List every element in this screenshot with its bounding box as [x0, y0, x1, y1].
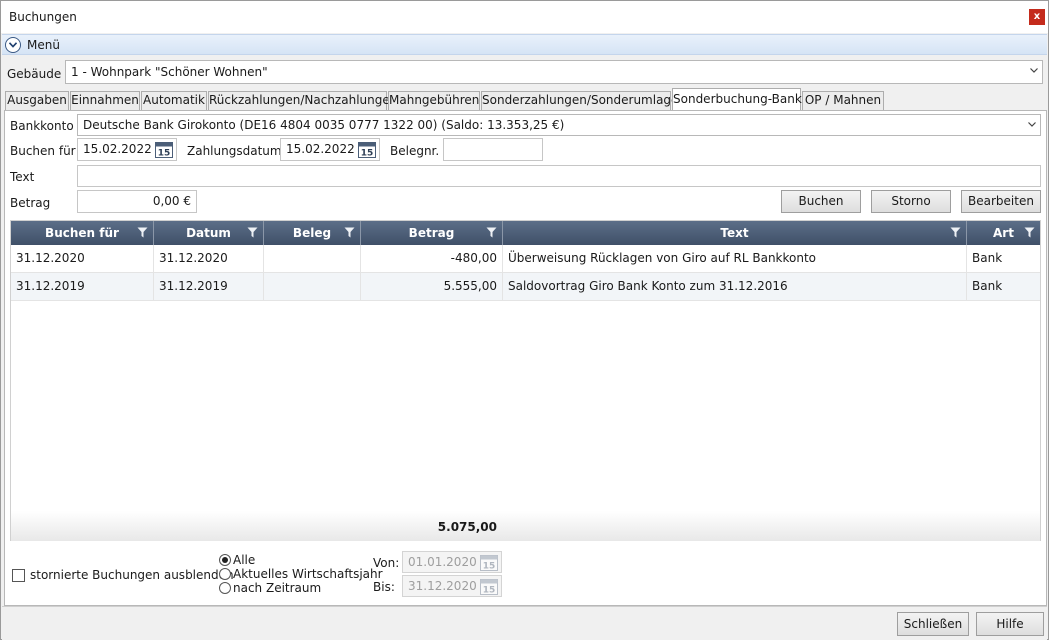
text-field[interactable]: [77, 165, 1041, 187]
to-date-field[interactable]: 31.12.2020 15: [402, 575, 502, 597]
grid-header: Buchen für Datum Beleg Betrag Text Art: [11, 221, 1040, 245]
filter-icon[interactable]: [137, 227, 148, 238]
amount-label: Betrag: [10, 196, 51, 210]
column-header-betrag[interactable]: Betrag: [361, 221, 503, 245]
calendar-icon[interactable]: 15: [155, 141, 173, 158]
amount-total: 5.075,00: [437, 520, 497, 534]
to-date-label: Bis:: [373, 580, 395, 594]
tab-sonderzahlungen[interactable]: Sonderzahlungen/Sonderumlagen: [481, 91, 686, 110]
payment-date-label: Zahlungsdatum: [187, 144, 282, 158]
tab-sonderbuchung-bank[interactable]: Sonderbuchung-Bank: [672, 88, 802, 110]
column-header-beleg[interactable]: Beleg: [264, 221, 361, 245]
receipt-number-label: Belegnr.: [390, 144, 440, 158]
tab-rueckzahlungen[interactable]: Rückzahlungen/Nachzahlungen: [208, 91, 397, 110]
radio-current-fiscal-year[interactable]: [219, 568, 231, 580]
table-row[interactable]: 31.12.2020 31.12.2020 -480,00 Überweisun…: [11, 245, 1040, 273]
tab-ausgaben[interactable]: Ausgaben: [5, 91, 69, 110]
close-window-button[interactable]: x: [1029, 9, 1045, 25]
table-row[interactable]: 31.12.2019 31.12.2019 5.555,00 Saldovort…: [11, 273, 1040, 301]
column-header-datum[interactable]: Datum: [154, 221, 264, 245]
to-date-value: 31.12.2020: [408, 579, 477, 593]
filter-icon[interactable]: [1024, 227, 1035, 238]
from-date-field[interactable]: 01.01.2020 15: [402, 551, 502, 573]
payment-date-value: 15.02.2022: [286, 142, 355, 156]
column-header-buchen-fuer[interactable]: Buchen für: [11, 221, 154, 245]
edit-button[interactable]: Bearbeiten: [961, 190, 1041, 213]
booking-date-value: 15.02.2022: [83, 142, 152, 156]
booking-date-field[interactable]: 15.02.2022 15: [77, 138, 177, 161]
menu-bar[interactable]: Menü: [2, 34, 1047, 55]
column-header-text[interactable]: Text: [503, 221, 967, 245]
building-label: Gebäude: [7, 67, 62, 81]
hide-cancelled-checkbox[interactable]: [12, 569, 25, 582]
calendar-icon: 15: [480, 579, 498, 596]
hide-cancelled-label: stornierte Buchungen ausblenden: [30, 568, 234, 582]
book-button[interactable]: Buchen: [781, 190, 861, 213]
radio-date-range[interactable]: [219, 582, 231, 594]
from-date-value: 01.01.2020: [408, 555, 477, 569]
amount-field[interactable]: 0,00 €: [77, 190, 197, 213]
grid-summary-row: 5.075,00: [11, 511, 1040, 541]
text-label: Text: [10, 170, 35, 184]
chevron-down-icon[interactable]: [5, 37, 21, 53]
bookings-window: Buchungen x Menü Gebäude 1 - Wohnpark "S…: [0, 0, 1049, 640]
column-header-art[interactable]: Art: [967, 221, 1040, 245]
filter-icon[interactable]: [486, 227, 497, 238]
radio-alle[interactable]: [219, 554, 231, 566]
chevron-down-icon: [1030, 68, 1038, 73]
dialog-footer: Schließen Hilfe: [2, 606, 1047, 640]
window-title: Buchungen: [9, 10, 77, 24]
receipt-number-field[interactable]: [443, 138, 543, 161]
from-date-label: Von:: [373, 556, 400, 570]
calendar-icon[interactable]: 15: [358, 141, 376, 158]
help-button[interactable]: Hilfe: [976, 612, 1044, 636]
chevron-down-icon: [1028, 122, 1036, 127]
svg-text:15: 15: [483, 562, 496, 572]
bank-account-label: Bankkonto: [10, 119, 74, 133]
cancel-booking-button[interactable]: Storno: [871, 190, 951, 213]
close-button[interactable]: Schließen: [897, 612, 969, 636]
booking-date-label: Buchen für: [10, 144, 76, 158]
tab-mahngebuehren[interactable]: Mahngebühren: [388, 91, 480, 110]
filter-icon[interactable]: [344, 227, 355, 238]
building-select-value: 1 - Wohnpark "Schöner Wohnen": [71, 65, 268, 79]
bookings-grid: Buchen für Datum Beleg Betrag Text Art 3…: [10, 220, 1041, 541]
radio-current-fiscal-year-label: Aktuelles Wirtschaftsjahr: [233, 567, 383, 581]
radio-date-range-label: nach Zeitraum: [233, 581, 322, 595]
bank-account-value: Deutsche Bank Girokonto (DE16 4804 0035 …: [83, 118, 565, 132]
building-select[interactable]: 1 - Wohnpark "Schöner Wohnen": [65, 60, 1043, 84]
title-bar: Buchungen x: [1, 1, 1048, 33]
menu-label[interactable]: Menü: [27, 38, 60, 52]
svg-text:15: 15: [361, 149, 374, 159]
tab-op-mahnen[interactable]: OP / Mahnen: [802, 91, 884, 110]
payment-date-field[interactable]: 15.02.2022 15: [280, 138, 380, 161]
bank-account-select[interactable]: Deutsche Bank Girokonto (DE16 4804 0035 …: [77, 114, 1041, 136]
calendar-icon: 15: [480, 555, 498, 572]
radio-alle-label: Alle: [233, 553, 256, 567]
amount-value: 0,00 €: [152, 194, 191, 208]
filter-icon[interactable]: [950, 227, 961, 238]
svg-text:15: 15: [158, 149, 171, 159]
tab-einnahmen[interactable]: Einnahmen: [70, 91, 140, 110]
tab-automatik[interactable]: Automatik: [141, 91, 207, 110]
filter-icon[interactable]: [247, 227, 258, 238]
svg-text:15: 15: [483, 586, 496, 596]
